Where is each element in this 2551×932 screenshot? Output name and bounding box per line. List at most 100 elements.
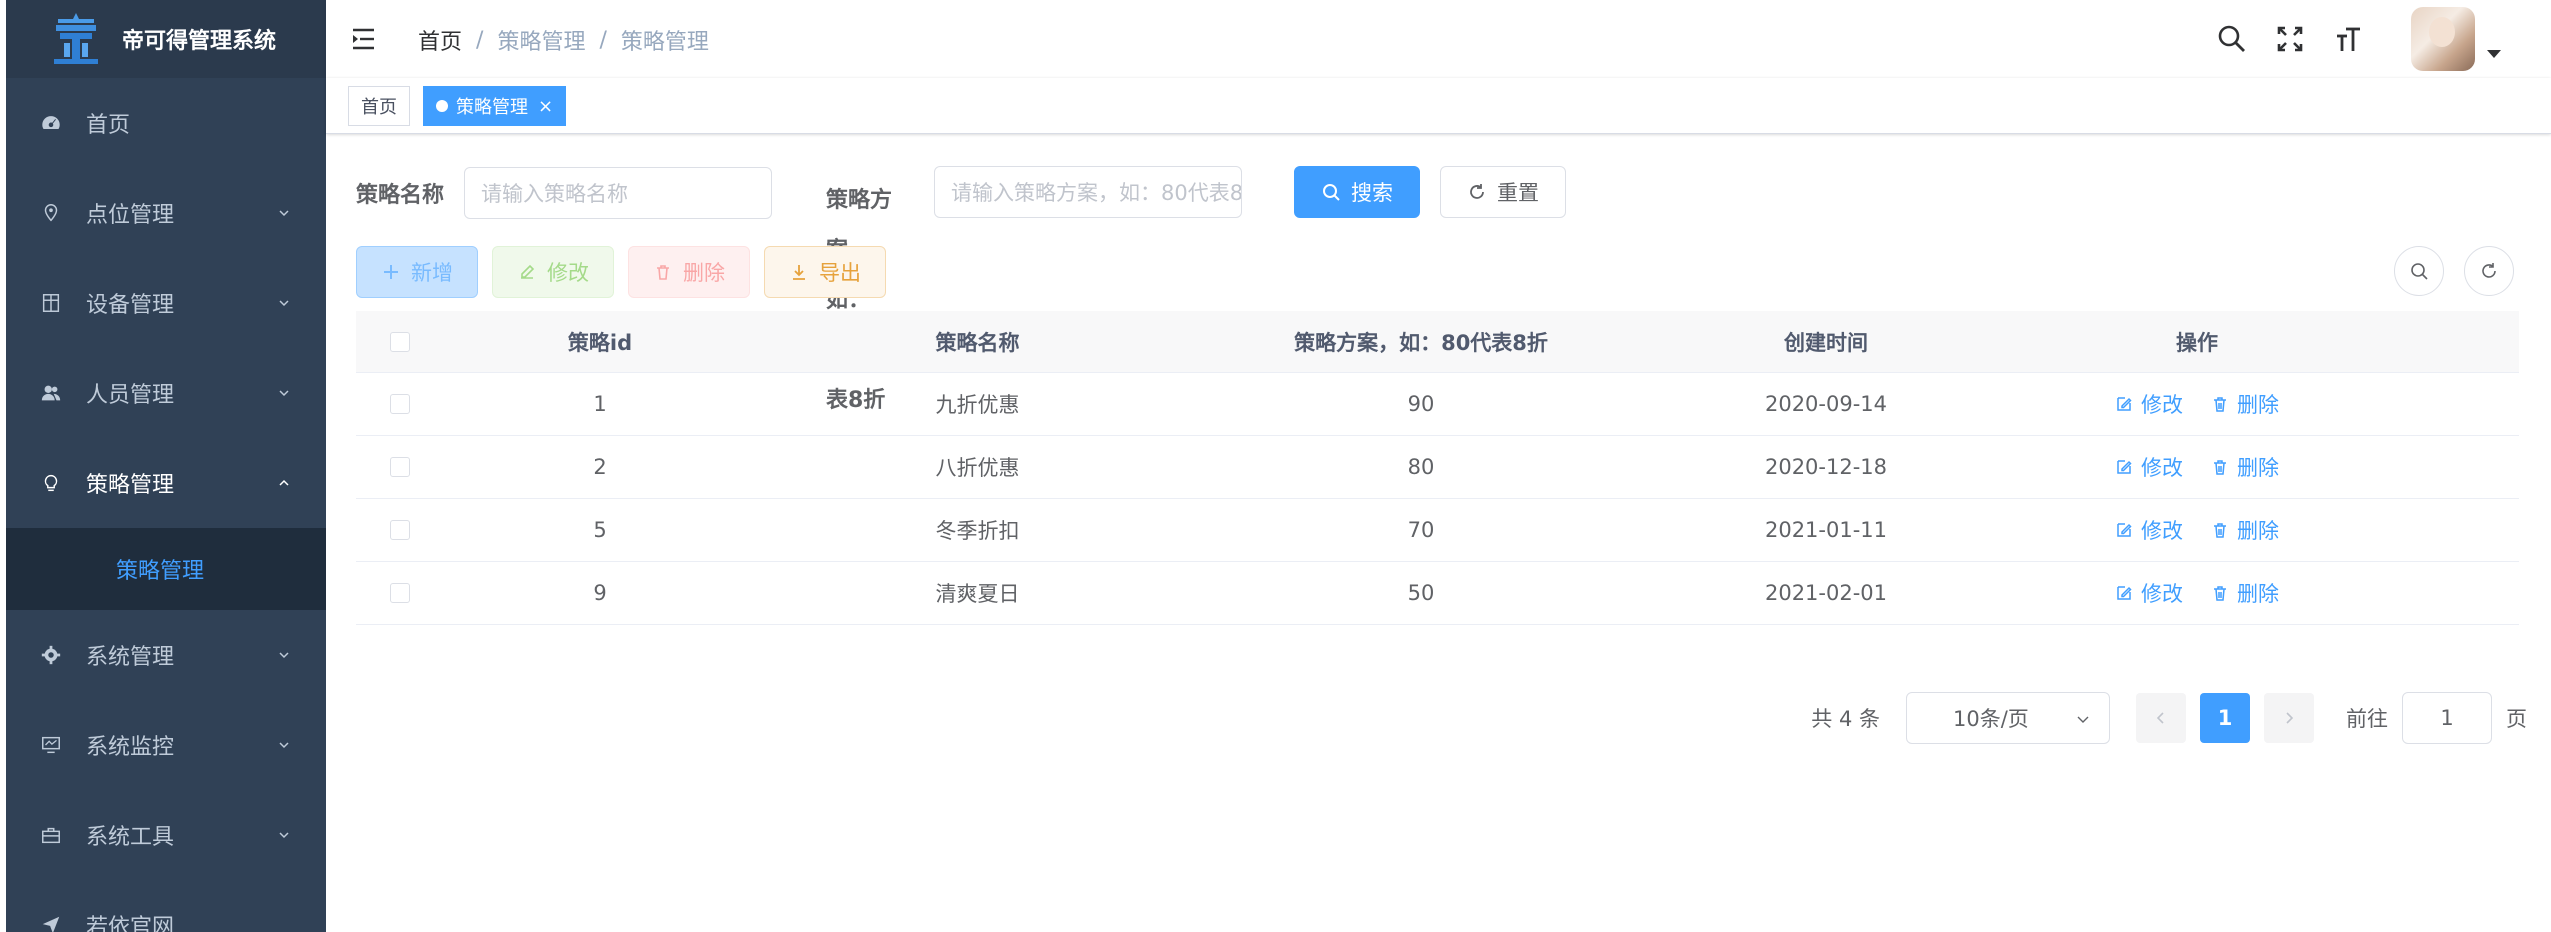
page-size-select[interactable]: 10条/页	[1906, 692, 2110, 744]
close-icon[interactable]: ×	[538, 96, 553, 117]
delete-button[interactable]: 删除	[628, 246, 750, 298]
sidebar-item-system[interactable]: 系统管理	[6, 610, 326, 700]
row-edit-button[interactable]: 修改	[2115, 452, 2183, 482]
export-button-label: 导出	[819, 261, 861, 285]
sidebar-item-label: 系统工具	[86, 825, 175, 850]
fullscreen-icon[interactable]	[2273, 22, 2307, 56]
chevron-right-icon	[2286, 712, 2294, 724]
settings-icon	[36, 644, 66, 666]
row-delete-label: 删除	[2237, 519, 2279, 543]
app-title: 帝可得管理系统	[122, 29, 277, 54]
strategy-plan-input[interactable]: 请输入策略方案，如：80代表8折	[934, 166, 1242, 218]
search-button-label: 搜索	[1351, 181, 1393, 205]
edit-icon	[2117, 460, 2132, 474]
trash-icon	[657, 265, 669, 280]
goto-page-input[interactable]: 1	[2402, 692, 2492, 744]
avatar[interactable]	[2411, 7, 2475, 71]
next-page-button[interactable]	[2264, 693, 2314, 743]
edit-icon	[2117, 586, 2132, 600]
tag-home[interactable]: 首页	[348, 86, 410, 126]
sidebar-subitem-strategy[interactable]: 策略管理	[6, 528, 326, 610]
chevron-down-icon	[279, 832, 289, 839]
sidebar-item-label: 策略管理	[86, 473, 175, 498]
breadcrumb-home[interactable]: 首页	[418, 24, 462, 56]
sidebar-item-location[interactable]: 点位管理	[6, 168, 326, 258]
search-button[interactable]: 搜索	[1294, 166, 1420, 218]
row-select-cell	[356, 394, 444, 414]
refresh-table-button[interactable]	[2464, 246, 2514, 296]
cell-name: 冬季折扣	[935, 519, 1020, 543]
sidebar-item-label: 设备管理	[86, 293, 175, 318]
sidebar-item-label: 若依官网	[86, 915, 175, 932]
column-header: 策略id	[567, 330, 633, 355]
bulb-icon	[36, 472, 66, 494]
goto-label: 前往	[2346, 707, 2388, 731]
goto-suffix: 页	[2506, 707, 2527, 731]
edit-button-label: 修改	[547, 261, 589, 285]
cell-time: 2020-12-18	[1764, 455, 1888, 479]
pagination: 共 4 条 10条/页 1 前往 1 页	[1811, 692, 2527, 744]
row-checkbox[interactable]	[390, 520, 410, 540]
toolbox-icon	[36, 824, 66, 846]
sidebar-item-monitor[interactable]: 系统监控	[6, 700, 326, 790]
row-delete-label: 删除	[2237, 456, 2279, 480]
edit-button[interactable]: 修改	[492, 246, 614, 298]
download-icon	[793, 265, 805, 280]
logo[interactable]: 帝可得管理系统	[6, 0, 326, 78]
sidebar-item-tools[interactable]: 系统工具	[6, 790, 326, 880]
search-icon[interactable]	[2215, 22, 2249, 56]
row-checkbox[interactable]	[390, 583, 410, 603]
row-select-cell	[356, 457, 444, 477]
strategy-name-input[interactable]: 请输入策略名称	[464, 167, 773, 219]
sidebar-item-people[interactable]: 人员管理	[6, 348, 326, 438]
row-checkbox[interactable]	[390, 394, 410, 414]
location-icon	[36, 202, 66, 224]
device-icon	[36, 292, 66, 314]
logo-icon	[46, 9, 106, 69]
sidebar-item-home[interactable]: 首页	[6, 78, 326, 168]
row-edit-button[interactable]: 修改	[2115, 389, 2183, 419]
chevron-up-icon	[279, 479, 289, 486]
toggle-search-button[interactable]	[2394, 246, 2444, 296]
select-all-checkbox[interactable]	[390, 331, 410, 352]
page-number-current[interactable]: 1	[2200, 693, 2250, 743]
chevron-down-icon	[279, 390, 289, 397]
breadcrumb-current: 策略管理	[620, 30, 709, 55]
tag-strategy[interactable]: 策略管理 ×	[423, 86, 567, 126]
row-edit-label: 修改	[2141, 519, 2183, 543]
table-row: 1 九折优惠 90 2020-09-14 修改 删除	[356, 373, 2519, 436]
hamburger-icon[interactable]	[350, 24, 380, 54]
export-button[interactable]: 导出	[764, 246, 886, 298]
row-delete-button[interactable]: 删除	[2211, 389, 2279, 419]
refresh-icon	[2482, 263, 2496, 278]
add-button[interactable]: 新增	[356, 246, 478, 298]
cell-name: 九折优惠	[935, 393, 1020, 417]
edit-icon	[2117, 397, 2132, 411]
sidebar-item-device[interactable]: 设备管理	[6, 258, 326, 348]
chevron-down-icon	[279, 210, 289, 217]
chevron-left-icon	[2156, 712, 2164, 724]
tag-label: 首页	[361, 97, 397, 118]
row-checkbox[interactable]	[390, 457, 410, 477]
pagination-total: 共 4 条	[1811, 707, 1880, 731]
row-delete-button[interactable]: 删除	[2211, 452, 2279, 482]
row-delete-button[interactable]: 删除	[2211, 515, 2279, 545]
row-edit-label: 修改	[2141, 456, 2183, 480]
reset-button[interactable]: 重置	[1440, 166, 1566, 218]
column-header: 创建时间	[1784, 330, 1868, 355]
row-edit-button[interactable]: 修改	[2115, 515, 2183, 545]
sidebar-item-strategy[interactable]: 策略管理	[6, 438, 326, 528]
search-icon	[1323, 184, 1340, 201]
row-edit-button[interactable]: 修改	[2115, 578, 2183, 608]
sidebar: 帝可得管理系统 首页 点位管理 设备管理 人员管理 策略管理 策略管理 系统管理…	[0, 0, 326, 932]
chevron-down-icon	[2077, 716, 2089, 723]
select-all-cell	[356, 331, 444, 352]
font-size-icon[interactable]	[2331, 22, 2365, 56]
row-delete-button[interactable]: 删除	[2211, 578, 2279, 608]
prev-page-button[interactable]	[2136, 693, 2186, 743]
row-delete-label: 删除	[2237, 582, 2279, 606]
sidebar-item-ruoyi[interactable]: 若依官网	[6, 880, 326, 932]
caret-down-icon[interactable]	[2487, 50, 2501, 58]
tag-label: 策略管理	[456, 97, 528, 118]
strategy-name-label: 策略名称	[356, 183, 445, 208]
